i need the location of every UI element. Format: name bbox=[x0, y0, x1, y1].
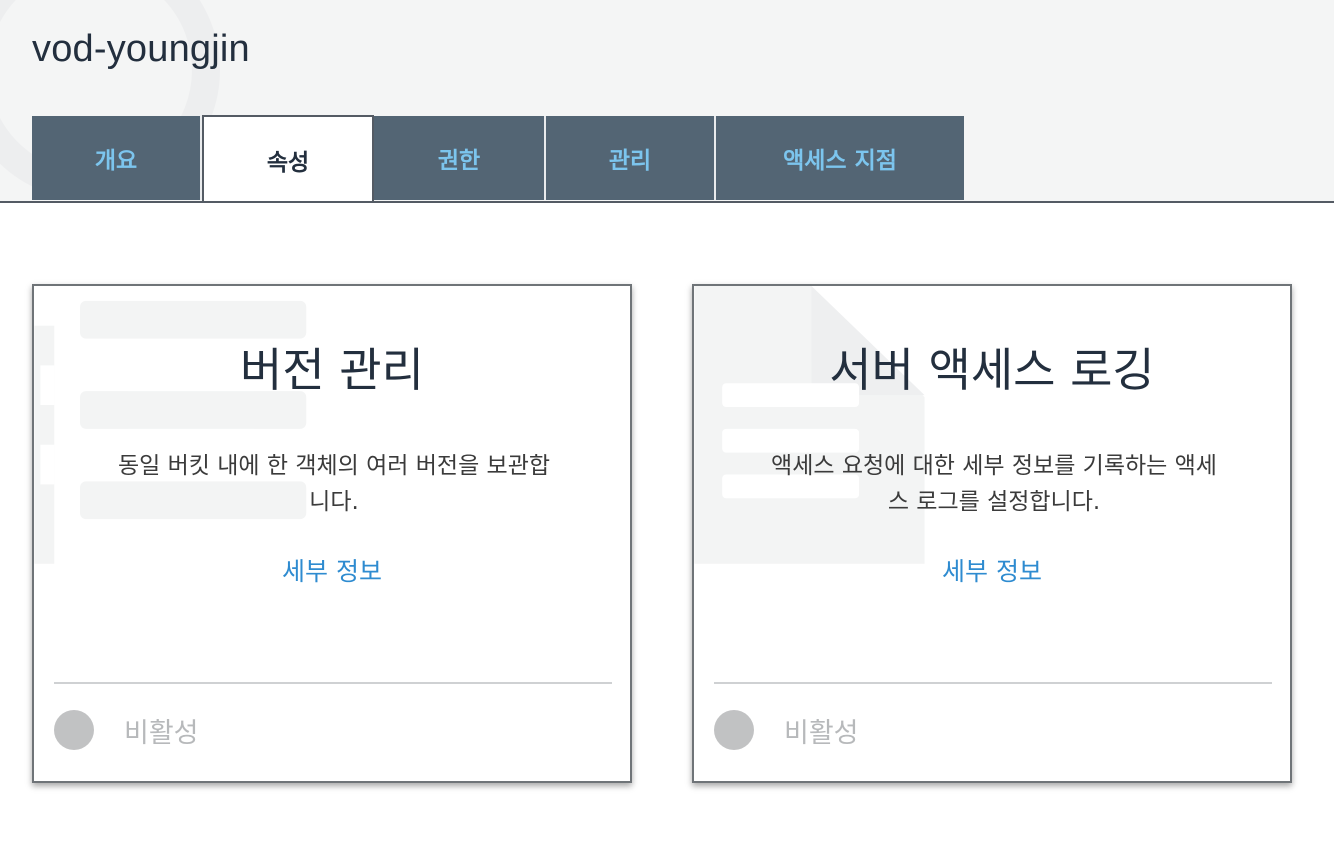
tab-permissions[interactable]: 권한 bbox=[374, 116, 546, 200]
page-header: vod-youngjin 개요 속성 권한 관리 액세스 지점 bbox=[0, 0, 1334, 203]
card-description-line: 니다. bbox=[309, 489, 359, 515]
tab-label: 속성 bbox=[266, 149, 310, 176]
tab-label: 액세스 지점 bbox=[783, 148, 897, 174]
card-status: 비활성 bbox=[54, 710, 199, 750]
tab-properties[interactable]: 속성 bbox=[202, 115, 374, 201]
card-description-line: 동일 버킷 내에 한 객체의 여러 버전을 보관합 bbox=[117, 453, 551, 479]
status-label: 비활성 bbox=[784, 717, 859, 749]
card-status: 비활성 bbox=[714, 710, 859, 750]
status-indicator bbox=[714, 710, 754, 750]
status-label: 비활성 bbox=[124, 717, 199, 749]
card-title: 버전 관리 bbox=[240, 343, 424, 397]
details-link[interactable]: 세부 정보 bbox=[694, 552, 1290, 588]
tab-label: 개요 bbox=[94, 148, 138, 174]
card-divider bbox=[54, 682, 612, 684]
tab-overview[interactable]: 개요 bbox=[32, 116, 202, 200]
card-description: 액세스 요청에 대한 세부 정보를 기록하는 액세 스 로그를 설정합니다. bbox=[734, 448, 1254, 520]
tab-access-points[interactable]: 액세스 지점 bbox=[716, 116, 964, 200]
tab-management[interactable]: 관리 bbox=[546, 116, 716, 200]
status-indicator bbox=[54, 710, 94, 750]
details-link[interactable]: 세부 정보 bbox=[34, 552, 630, 588]
card-description-line: 액세스 요청에 대한 세부 정보를 기록하는 액세 bbox=[771, 453, 1217, 479]
tab-bar: 개요 속성 권한 관리 액세스 지점 bbox=[32, 115, 964, 201]
server-access-logging-card[interactable]: 서버 액세스 로깅 액세스 요청에 대한 세부 정보를 기록하는 액세 스 로그… bbox=[692, 284, 1292, 783]
card-title: 서버 액세스 로깅 bbox=[829, 343, 1155, 397]
tab-label: 권한 bbox=[437, 148, 481, 174]
versioning-card[interactable]: 버전 관리 동일 버킷 내에 한 객체의 여러 버전을 보관합 니다. 세부 정… bbox=[32, 284, 632, 783]
card-divider bbox=[714, 682, 1272, 684]
card-description: 동일 버킷 내에 한 객체의 여러 버전을 보관합 니다. bbox=[74, 448, 594, 520]
card-description-line: 스 로그를 설정합니다. bbox=[887, 489, 1101, 515]
tab-label: 관리 bbox=[608, 148, 652, 174]
bucket-title: vod-youngjin bbox=[32, 28, 250, 70]
